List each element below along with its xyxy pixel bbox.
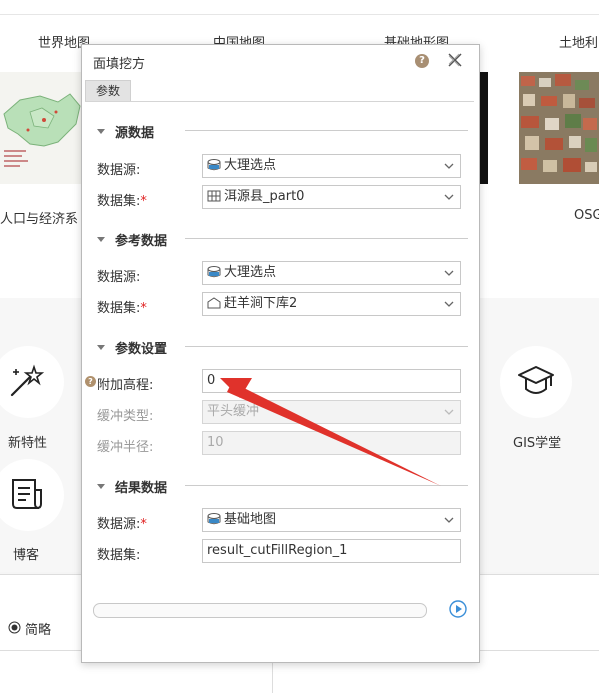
blog-label[interactable]: 博客 <box>13 544 39 563</box>
datasource-icon <box>207 158 221 170</box>
radio-selected-icon[interactable] <box>8 621 21 634</box>
reference-dataset-select[interactable]: 赶羊涧下库2 <box>202 292 461 316</box>
buffer-radius-input[interactable]: 10 <box>202 431 461 455</box>
reference-datasource-value: 大理选点 <box>224 265 277 280</box>
source-dataset-label: 数据集:* <box>97 194 147 209</box>
section-reference-title: 参考数据 <box>115 234 168 249</box>
buffer-type-select[interactable]: 平头缓冲 <box>202 400 461 424</box>
top-strip <box>0 0 599 15</box>
result-datasource-select[interactable]: 基础地图 <box>202 508 461 532</box>
source-datasource-value: 大理选点 <box>224 158 277 173</box>
gis-academy-label[interactable]: GIS学堂 <box>513 432 561 451</box>
result-dataset-input[interactable]: result_cutFillRegion_1 <box>202 539 461 563</box>
elevation-hint-icon[interactable]: ? <box>85 376 96 387</box>
section-source-line <box>185 130 468 131</box>
elevation-input[interactable]: 0 <box>202 369 461 393</box>
elevation-label: 附加高程: <box>97 378 154 393</box>
reference-dataset-label: 数据集:* <box>97 301 147 316</box>
region-dataset-icon <box>207 190 221 201</box>
datasource-icon <box>207 512 221 524</box>
radio-brief-label[interactable]: 简略 <box>25 619 51 638</box>
reference-datasource-select[interactable]: 大理选点 <box>202 261 461 285</box>
source-datasource-select[interactable]: 大理选点 <box>202 154 461 178</box>
result-datasource-label: 数据源:* <box>97 517 147 532</box>
datasource-icon <box>207 265 221 277</box>
result-dataset-label: 数据集: <box>97 548 141 563</box>
close-icon[interactable] <box>446 51 464 69</box>
gallery-caption-population: 人口与经济系 <box>0 212 79 227</box>
source-dataset-value: 洱源县_part0 <box>224 189 305 204</box>
collapse-source-icon[interactable] <box>97 129 105 134</box>
section-result-title: 结果数据 <box>115 481 168 496</box>
new-features-label[interactable]: 新特性 <box>8 432 47 451</box>
run-play-icon[interactable] <box>449 600 467 618</box>
dialog-title: 面填挖方 <box>93 57 146 72</box>
gallery-tab-land[interactable]: 土地利 <box>559 32 598 51</box>
tab-parameters[interactable]: 参数 <box>85 80 131 102</box>
source-datasource-label: 数据源: <box>97 163 141 178</box>
source-dataset-select[interactable]: 洱源县_part0 <box>202 185 461 209</box>
chevron-down-icon <box>444 301 454 307</box>
reference-datasource-label: 数据源: <box>97 270 141 285</box>
china-map-thumbnail[interactable] <box>0 72 82 184</box>
buffer-radius-label: 缓冲半径: <box>97 440 154 455</box>
reference-dataset-value: 赶羊涧下库2 <box>224 296 298 311</box>
progress-bar <box>93 603 427 618</box>
collapse-params-icon[interactable] <box>97 345 105 350</box>
buffer-type-value: 平头缓冲 <box>207 404 260 419</box>
buffer-type-label: 缓冲类型: <box>97 409 154 424</box>
cut-fill-dialog: 面填挖方 ? 参数 源数据 数据源: 大理选点 数据集:* 洱源县_part0 … <box>81 44 480 663</box>
gallery-caption-osg: OSG <box>574 208 599 223</box>
tab-divider <box>85 101 474 102</box>
collapse-result-icon[interactable] <box>97 484 105 489</box>
graduation-cap-icon <box>518 366 554 394</box>
result-datasource-value: 基础地图 <box>224 512 277 527</box>
blog-icon <box>12 479 42 509</box>
chevron-down-icon <box>444 517 454 523</box>
osgb-thumbnail[interactable] <box>519 72 599 184</box>
section-params-line <box>185 346 468 347</box>
collapse-reference-icon[interactable] <box>97 237 105 242</box>
help-icon[interactable]: ? <box>415 54 429 68</box>
chevron-down-icon <box>444 409 454 415</box>
magic-wand-icon <box>10 364 44 397</box>
section-result-line <box>185 485 468 486</box>
chevron-down-icon <box>444 194 454 200</box>
chevron-down-icon <box>444 270 454 276</box>
section-source-title: 源数据 <box>115 126 155 141</box>
section-reference-line <box>185 238 468 239</box>
chevron-down-icon <box>444 163 454 169</box>
section-params-title: 参数设置 <box>115 342 168 357</box>
tin-dataset-icon <box>207 296 221 308</box>
